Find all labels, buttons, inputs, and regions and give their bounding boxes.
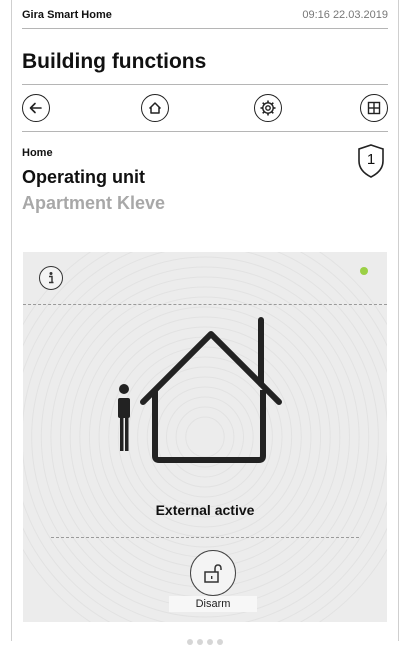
settings-button[interactable] [254,94,282,122]
alarm-state-label: External active [155,502,255,518]
zone-badge: 1 [356,143,386,179]
unlocked-padlock-icon [204,564,222,583]
status-datetime: 09:16 22.03.2019 [302,9,388,21]
house-with-person-icon [118,317,282,463]
page-dot[interactable] [217,639,223,645]
page-dot[interactable] [197,639,203,645]
grid-icon [367,101,381,115]
info-icon [49,272,54,284]
divider [22,131,388,132]
page-title: Building functions [22,50,207,73]
nav-bar [22,94,388,124]
zone-badge-number: 1 [366,151,376,168]
gear-icon [260,100,276,116]
alarm-panel-header [23,252,387,304]
device-location: Apartment Kleve [22,193,166,213]
alarm-panel: External active Disarm [23,252,387,622]
disarm-label[interactable]: Disarm [169,596,257,612]
back-button[interactable] [22,94,50,122]
page-dot[interactable] [207,639,213,645]
breadcrumb[interactable]: Home [22,147,53,159]
home-button[interactable] [141,94,169,122]
house-icon [148,102,162,114]
device-name: Operating unit [22,167,145,187]
divider [23,304,387,305]
arrow-left-icon [29,102,42,114]
disarm-button[interactable] [190,550,236,596]
divider [22,28,388,29]
status-indicator [360,267,368,275]
info-button[interactable] [39,266,63,290]
divider [51,537,359,538]
app-frame: Gira Smart Home 09:16 22.03.2019 Buildin… [11,0,399,645]
page-dot[interactable] [187,639,193,645]
person-icon [118,384,130,451]
grid-view-button[interactable] [360,94,388,122]
divider [22,84,388,85]
page-indicator [12,632,398,650]
app-name: Gira Smart Home [22,9,112,21]
status-bar: Gira Smart Home 09:16 22.03.2019 [22,5,388,25]
